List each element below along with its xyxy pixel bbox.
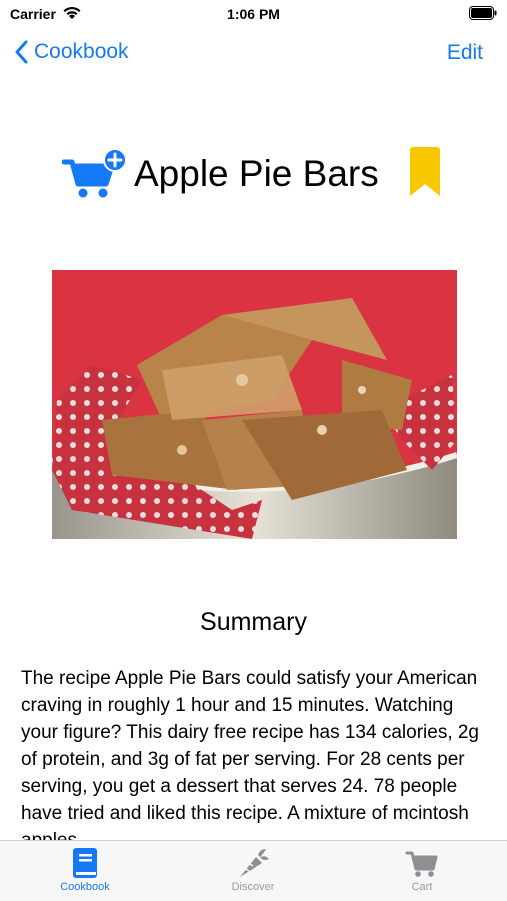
recipe-title: Apple Pie Bars [134,153,379,194]
summary-text: The recipe Apple Pie Bars could satisfy … [21,668,480,840]
tab-cart[interactable]: Cart [367,841,477,901]
edit-button[interactable]: Edit [447,41,483,65]
battery-icon [469,6,497,20]
status-bar: Carrier 1:06 PM [0,0,507,28]
tab-cart-label: Cart [411,881,433,893]
navigation-bar: Cookbook Edit [0,30,507,74]
book-icon [73,848,97,878]
chevron-left-icon [15,40,28,64]
tab-bar: Cookbook Discover Cart [0,840,507,901]
add-to-cart-icon[interactable] [62,148,128,200]
summary-heading: Summary [200,608,307,636]
carrot-icon [240,849,269,877]
recipe-header: Apple Pie Bars [0,140,507,206]
bookmark-icon[interactable] [408,146,442,198]
tab-discover[interactable]: Discover [198,841,308,901]
cart-icon [405,851,438,877]
tab-discover-label: Discover [231,881,275,893]
clock: 1:06 PM [227,6,280,22]
tab-cookbook-label: Cookbook [60,881,110,893]
tab-cookbook[interactable]: Cookbook [30,841,140,901]
back-button[interactable]: Cookbook [14,40,129,64]
recipe-photo [52,270,457,539]
back-button-label: Cookbook [34,40,129,63]
